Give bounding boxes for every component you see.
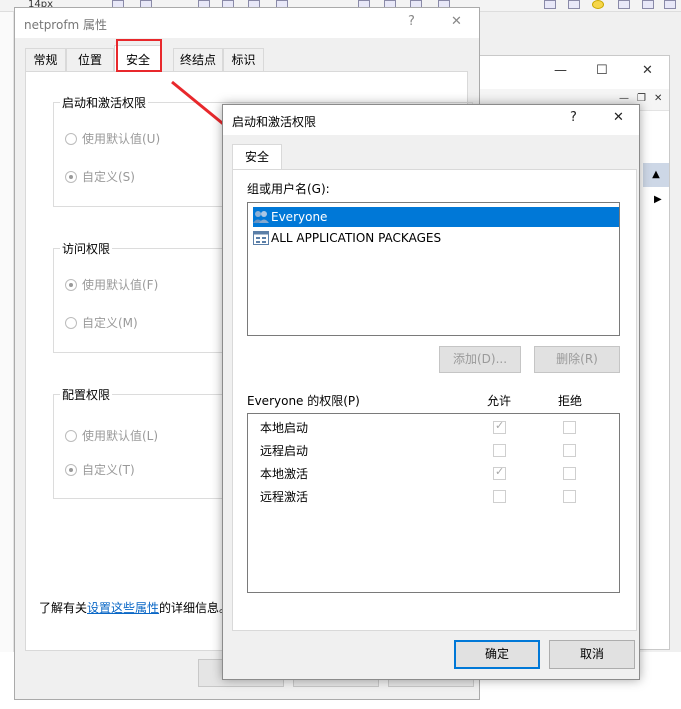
user-name: Everyone [271,210,328,224]
scroll-up-button[interactable]: ▲ [643,163,669,187]
triangle-right-icon[interactable]: ▶ [654,194,662,205]
minimize-icon[interactable]: — [554,63,567,78]
image-icon[interactable] [568,0,580,9]
title-bar: 启动和激活权限 ? ✕ [223,105,639,135]
close-icon[interactable]: ✕ [613,110,624,125]
restore-icon[interactable]: ❐ [637,93,646,104]
emoji-icon[interactable] [592,0,604,9]
dialog-title: netprofm 属性 [24,18,108,32]
deny-checkbox[interactable] [563,421,576,434]
allow-checkbox[interactable] [493,490,506,503]
users-list[interactable]: Everyone ALL APPLICATION PACKAGES [247,202,620,336]
toolbar-icon[interactable] [642,0,654,9]
permission-name: 远程启动 [260,444,309,458]
users-label: 组或用户名(G): [247,182,330,196]
radio-use-default[interactable]: 使用默认值(F) [65,276,158,293]
learn-more-text: 了解有关设置这些属性的详细信息。 [39,599,231,616]
radio-icon [65,170,77,183]
allow-checkbox[interactable] [493,419,506,434]
group-label: 启动和激活权限 [60,94,149,111]
radio-use-default[interactable]: 使用默认值(U) [65,130,160,147]
radio-icon [65,132,77,145]
security-panel: 组或用户名(G): Everyone ALL APPLICATION PACKA… [232,169,637,631]
deny-checkbox[interactable] [563,444,576,457]
add-button[interactable]: 添加(D)... [439,346,521,373]
tab-identity[interactable]: 标识 [223,48,264,72]
close-icon[interactable]: ✕ [654,93,662,104]
tab-general[interactable]: 常规 [25,48,66,72]
permissions-list: 本地启动 远程启动 本地激活 远程激活 [247,413,620,593]
triangle-up-icon: ▲ [652,169,660,180]
users-group-icon [253,210,269,224]
help-icon[interactable]: ? [570,110,577,125]
maximize-icon[interactable]: ☐ [596,63,608,78]
radio-icon [65,463,77,476]
close-icon[interactable]: ✕ [642,63,653,78]
radio-label: 自定义(T) [82,463,135,477]
permission-name: 本地启动 [260,421,309,435]
radio-label: 使用默认值(L) [82,429,159,443]
background-left-pane [0,12,14,652]
radio-custom[interactable]: 自定义(T) [65,461,135,478]
deny-checkbox[interactable] [563,467,576,480]
radio-icon [65,316,77,329]
group-label: 配置权限 [60,386,113,403]
minimize-icon[interactable]: — [619,93,629,104]
permission-name: 本地激活 [260,467,309,481]
group-label: 访问权限 [60,240,113,257]
tab-endpoints[interactable]: 终结点 [173,48,223,72]
toolbar-icon[interactable] [618,0,630,9]
image-icon[interactable] [544,0,556,9]
radio-icon [65,278,77,291]
user-name: ALL APPLICATION PACKAGES [271,231,442,245]
ok-button[interactable]: 确定 [454,640,540,669]
title-bar: netprofm 属性 ? ✕ [15,8,479,38]
tab-security[interactable]: 安全 [232,144,282,170]
toolbar-icon[interactable] [664,0,676,9]
radio-use-default[interactable]: 使用默认值(L) [65,427,158,444]
help-icon[interactable]: ? [408,14,415,29]
radio-label: 自定义(S) [82,170,135,184]
radio-label: 自定义(M) [82,316,138,330]
radio-label: 使用默认值(U) [82,132,161,146]
permission-name: 远程激活 [260,490,309,504]
allow-checkbox[interactable] [493,444,506,457]
remove-button[interactable]: 删除(R) [534,346,620,373]
dialog-title: 启动和激活权限 [232,115,317,129]
close-icon[interactable]: ✕ [451,14,462,29]
deny-header: 拒绝 [558,394,583,408]
allow-checkbox[interactable] [493,465,506,480]
permissions-label: Everyone 的权限(P) [247,394,360,408]
radio-label: 使用默认值(F) [82,278,159,292]
app-packages-icon [253,231,269,245]
radio-custom[interactable]: 自定义(S) [65,168,135,185]
learn-more-suffix: 的详细信息。 [159,601,232,615]
launch-activation-permissions-dialog: 启动和激活权限 ? ✕ 安全 组或用户名(G): Everyone ALL AP… [222,104,640,680]
radio-icon [65,429,77,442]
cancel-button[interactable]: 取消 [549,640,635,669]
radio-custom[interactable]: 自定义(M) [65,314,138,331]
highlight-box [116,39,162,72]
allow-header: 允许 [487,394,512,408]
deny-checkbox[interactable] [563,490,576,503]
learn-more-prefix: 了解有关 [39,601,88,615]
list-item[interactable]: Everyone [253,207,619,227]
learn-more-link[interactable]: 设置这些属性 [87,601,159,615]
tab-location[interactable]: 位置 [66,48,114,72]
list-item[interactable]: ALL APPLICATION PACKAGES [253,228,619,248]
